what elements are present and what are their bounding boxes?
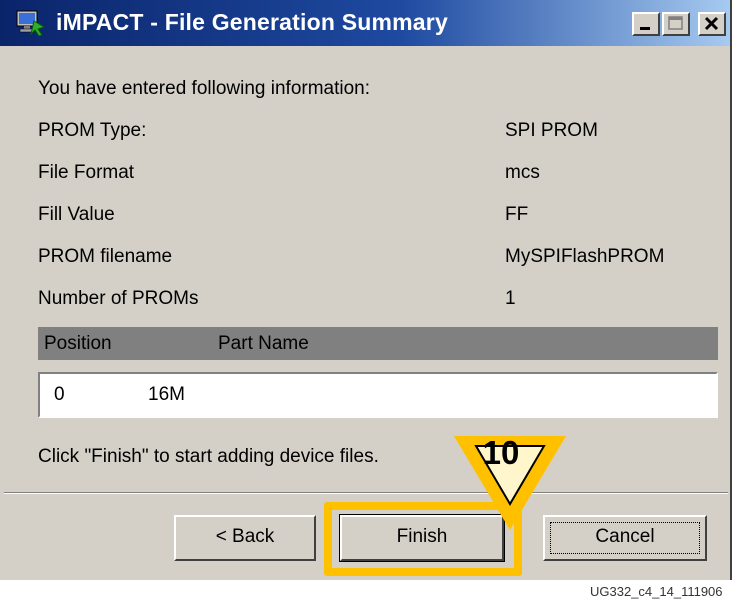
part-name-cell: 16M (148, 384, 185, 405)
number-of-proms-label: Number of PROMs (38, 288, 199, 309)
figure-id: UG332_c4_14_111906 (590, 584, 723, 599)
maximize-button[interactable] (662, 12, 690, 36)
minimize-button[interactable] (632, 12, 660, 36)
prom-filename-label: PROM filename (38, 246, 173, 267)
dialog-window: iMPACT - File Generation Summary You hav… (0, 0, 732, 580)
file-format-value: mcs (505, 162, 540, 183)
maximize-icon (668, 16, 683, 30)
close-button[interactable] (698, 12, 726, 36)
fill-value-value: FF (505, 204, 529, 225)
intro-text: You have entered following information: (38, 78, 371, 99)
cancel-button-label: Cancel (595, 526, 655, 547)
fill-value-label: Fill Value (38, 204, 115, 225)
column-header-position[interactable]: Position (44, 333, 112, 355)
back-button[interactable]: < Back (174, 515, 316, 561)
title-bar[interactable]: iMPACT - File Generation Summary (0, 0, 730, 46)
close-icon (704, 16, 719, 31)
table-header: Position Part Name (38, 327, 718, 360)
divider (4, 492, 728, 494)
instruction-text: Click "Finish" to start adding device fi… (38, 446, 379, 467)
table-row[interactable]: 0 16M (38, 372, 718, 418)
prom-type-label: PROM Type: (38, 120, 147, 141)
number-of-proms-value: 1 (505, 288, 516, 309)
step-number: 10 (482, 434, 520, 471)
file-format-label: File Format (38, 162, 135, 183)
position-cell: 0 (54, 384, 65, 405)
window-title: iMPACT - File Generation Summary (56, 9, 448, 35)
minimize-icon (640, 27, 650, 30)
prom-type-value: SPI PROM (505, 120, 598, 141)
column-header-part-name[interactable]: Part Name (218, 333, 309, 355)
prom-filename-value: MySPIFlashPROM (505, 246, 665, 267)
impact-app-icon (16, 9, 46, 37)
